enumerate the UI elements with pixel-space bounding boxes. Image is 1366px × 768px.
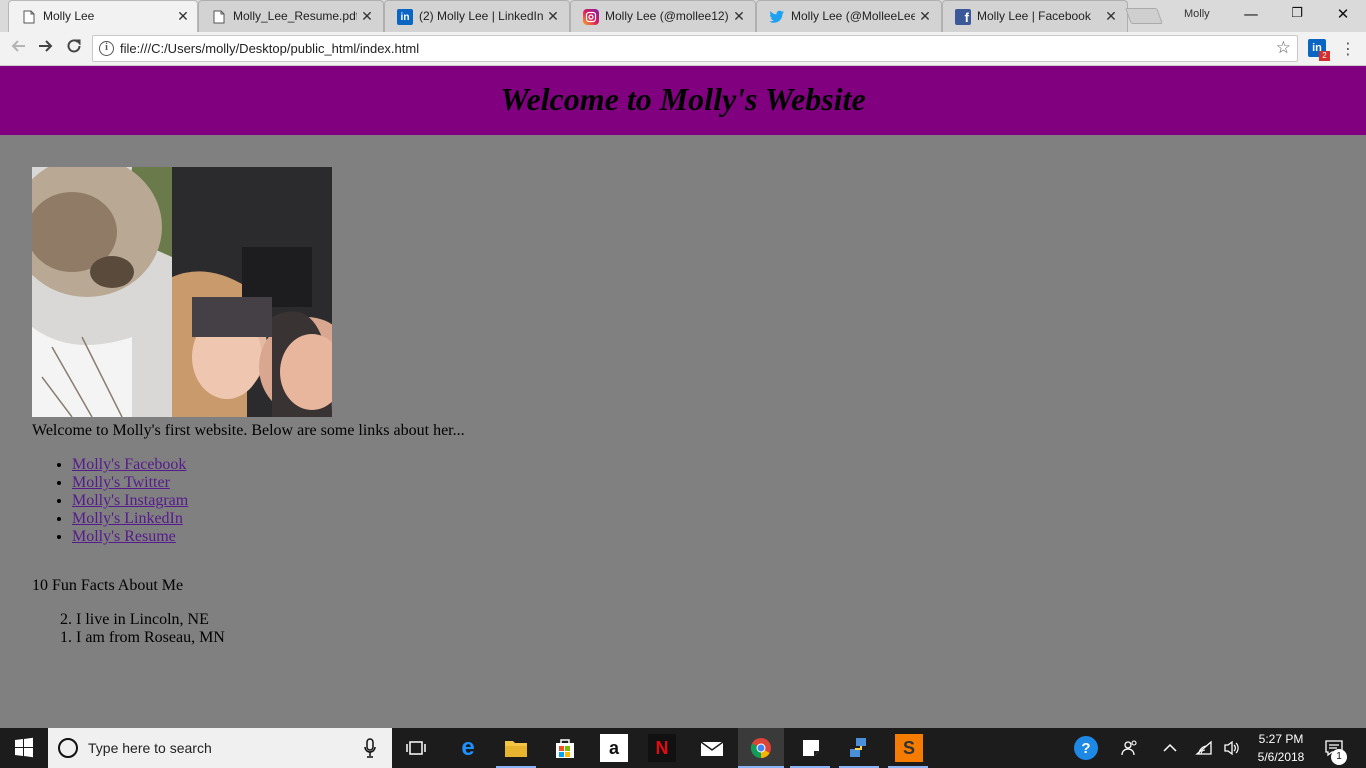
mail-icon[interactable]: [698, 734, 726, 762]
amazon-icon[interactable]: a: [600, 734, 628, 762]
header-banner: Welcome to Molly's Website: [0, 66, 1366, 135]
tab-strip: Molly Lee ✕ Molly_Lee_Resume.pdf ✕ in (2…: [0, 0, 1366, 32]
web-page: Welcome to Molly's Website Welcome to Mo…: [0, 66, 1366, 728]
browser-toolbar: i file:///C:/Users/molly/Desktop/public_…: [0, 32, 1366, 66]
tab-title: (2) Molly Lee | LinkedIn: [419, 9, 543, 23]
tab-title: Molly Lee: [43, 9, 95, 23]
bookmark-star-icon[interactable]: ☆: [1276, 38, 1291, 58]
fact-number: 2.: [60, 611, 72, 628]
help-icon[interactable]: ?: [1074, 736, 1098, 760]
menu-icon[interactable]: ⋮: [1340, 38, 1356, 60]
new-tab-button[interactable]: [1125, 8, 1163, 24]
linkedin-icon: in: [397, 9, 413, 25]
twitter-link[interactable]: Molly's Twitter: [72, 474, 170, 491]
search-placeholder: Type here to search: [88, 740, 212, 756]
facts-list: 2. I live in Lincoln, NE 1. I am from Ro…: [50, 611, 225, 647]
tab-title: Molly Lee (@MolleeLee: [791, 9, 915, 23]
list-item: Molly's Instagram: [72, 492, 188, 510]
file-explorer-icon[interactable]: [502, 734, 530, 762]
microphone-icon[interactable]: [364, 738, 376, 758]
people-icon[interactable]: [1116, 734, 1144, 762]
resume-link[interactable]: Molly's Resume: [72, 528, 176, 545]
fact-text: I am from Roseau, MN: [76, 629, 225, 646]
list-item: Molly's Facebook: [72, 456, 188, 474]
instagram-link[interactable]: Molly's Instagram: [72, 492, 188, 509]
forward-arrow-icon[interactable]: [34, 37, 58, 61]
sublime-text-icon[interactable]: S: [895, 734, 923, 762]
clock-date[interactable]: 5/6/2018: [1250, 750, 1312, 764]
instagram-icon: [583, 9, 599, 25]
close-tab-icon[interactable]: ✕: [731, 8, 747, 24]
page-icon: [21, 9, 37, 25]
reload-icon[interactable]: [62, 37, 86, 61]
tab-title: Molly_Lee_Resume.pdf: [233, 9, 357, 23]
cortana-icon: [58, 738, 78, 758]
volume-icon[interactable]: [1218, 734, 1246, 762]
list-item: Molly's Twitter: [72, 474, 188, 492]
task-view-icon[interactable]: [402, 734, 430, 762]
windows-taskbar: Type here to search e a N S ? 5:27 PM 5/…: [0, 728, 1366, 768]
profile-photo: [32, 167, 332, 417]
restore-icon[interactable]: ❐: [1274, 0, 1320, 30]
page-title: Welcome to Molly's Website: [500, 81, 866, 117]
links-list: Molly's Facebook Molly's Twitter Molly's…: [72, 456, 188, 546]
clock-time[interactable]: 5:27 PM: [1250, 732, 1312, 746]
store-icon[interactable]: [551, 734, 579, 762]
windows-logo-icon: [15, 737, 33, 758]
profile-name[interactable]: Molly: [1184, 8, 1210, 20]
close-tab-icon[interactable]: ✕: [359, 8, 375, 24]
close-tab-icon[interactable]: ✕: [917, 8, 933, 24]
minimize-icon[interactable]: —: [1228, 0, 1274, 30]
notification-count: 1: [1331, 749, 1347, 765]
intro-text: Welcome to Molly's first website. Below …: [32, 422, 465, 439]
close-tab-icon[interactable]: ✕: [175, 8, 191, 24]
page-icon: [211, 9, 227, 25]
tab-title: Molly Lee (@mollee12): [605, 9, 729, 23]
tab-resume-pdf[interactable]: Molly_Lee_Resume.pdf ✕: [198, 0, 384, 32]
tab-instagram[interactable]: Molly Lee (@mollee12) ✕: [570, 0, 756, 32]
info-icon[interactable]: i: [99, 41, 114, 56]
tab-facebook[interactable]: f Molly Lee | Facebook ✕: [942, 0, 1128, 32]
extension-badge: 2: [1319, 51, 1330, 61]
list-item: Molly's LinkedIn: [72, 510, 188, 528]
twitter-icon: [769, 9, 785, 25]
edge-icon[interactable]: e: [454, 734, 482, 762]
facts-heading: 10 Fun Facts About Me: [32, 577, 184, 594]
netflix-icon[interactable]: N: [648, 734, 676, 762]
list-item: Molly's Resume: [72, 528, 188, 546]
sticky-notes-icon[interactable]: [797, 734, 825, 762]
chevron-up-icon[interactable]: [1156, 734, 1184, 762]
list-item: 2. I live in Lincoln, NE: [50, 611, 225, 629]
close-window-icon[interactable]: ✕: [1320, 0, 1366, 30]
wifi-icon[interactable]: [1190, 734, 1218, 762]
address-bar[interactable]: i file:///C:/Users/molly/Desktop/public_…: [92, 35, 1298, 62]
fact-number: 1.: [60, 629, 72, 646]
tab-title: Molly Lee | Facebook: [977, 9, 1091, 23]
tab-molly-lee[interactable]: Molly Lee ✕: [8, 0, 198, 32]
close-tab-icon[interactable]: ✕: [1103, 8, 1119, 24]
fact-text: I live in Lincoln, NE: [76, 611, 209, 628]
linkedin-link[interactable]: Molly's LinkedIn: [72, 510, 183, 527]
network-app-icon[interactable]: [846, 734, 874, 762]
url-text[interactable]: file:///C:/Users/molly/Desktop/public_ht…: [120, 41, 419, 56]
list-item: 1. I am from Roseau, MN: [50, 629, 225, 647]
start-button[interactable]: [0, 728, 48, 768]
chrome-icon[interactable]: [747, 734, 775, 762]
tab-twitter[interactable]: Molly Lee (@MolleeLee ✕: [756, 0, 942, 32]
back-arrow-icon[interactable]: [6, 37, 30, 61]
tab-linkedin[interactable]: in (2) Molly Lee | LinkedIn ✕: [384, 0, 570, 32]
facebook-icon: f: [955, 9, 971, 25]
taskbar-search[interactable]: Type here to search: [48, 728, 392, 768]
facebook-link[interactable]: Molly's Facebook: [72, 456, 186, 473]
close-tab-icon[interactable]: ✕: [545, 8, 561, 24]
